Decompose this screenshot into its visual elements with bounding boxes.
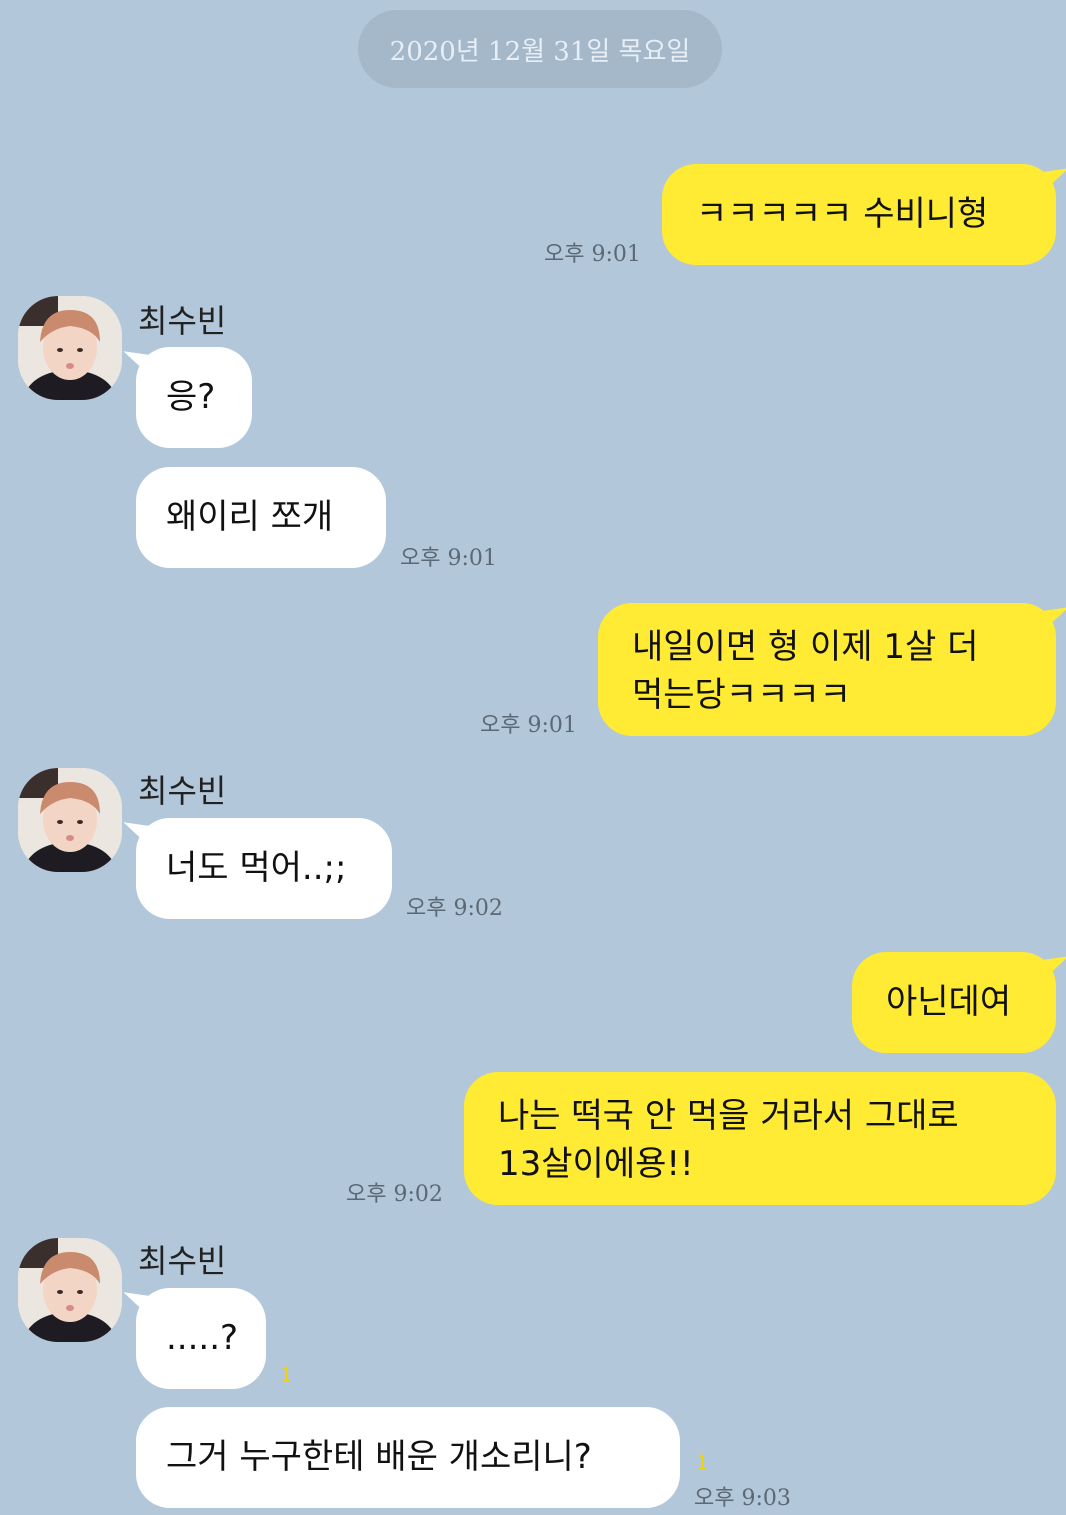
profile-photo [18, 1238, 122, 1342]
message-text: 응? [166, 377, 216, 417]
message-time: 오후 9:02 [406, 896, 503, 921]
sender-name: 최수빈 [138, 772, 227, 810]
unread-count: 1 [280, 1362, 293, 1386]
message-time: 오후 9:01 [480, 713, 577, 738]
my-message-bubble[interactable]: ㅋㅋㅋㅋㅋ 수비니형 [662, 164, 1056, 265]
sender-name: 최수빈 [138, 1242, 227, 1280]
message-text: 너도 먹어..;; [166, 848, 347, 888]
message-line: 13살이에용!! [498, 1144, 694, 1184]
message-time: 오후 9:01 [400, 546, 497, 571]
other-message-bubble[interactable]: 응? [136, 347, 252, 448]
date-divider: 2020년 12월 31일 목요일 [358, 10, 722, 88]
other-message-bubble[interactable]: 그거 누구한테 배운 개소리니? [136, 1407, 680, 1508]
avatar[interactable] [18, 296, 122, 400]
message-text: 그거 누구한테 배운 개소리니? [166, 1437, 592, 1477]
avatar[interactable] [18, 768, 122, 872]
message-line: 먹는당ㅋㅋㅋㅋ [632, 675, 851, 715]
other-message-bubble[interactable]: 왜이리 쪼개 [136, 467, 386, 568]
message-time: 오후 9:01 [544, 242, 641, 267]
message-line: 내일이면 형 이제 1살 더 [632, 627, 979, 667]
my-message-bubble[interactable]: 아닌데여 [852, 952, 1056, 1053]
message-text: .....? [166, 1318, 239, 1358]
message-text: ㅋㅋㅋㅋㅋ 수비니형 [696, 194, 989, 234]
message-time: 오후 9:03 [694, 1486, 791, 1511]
other-message-bubble[interactable]: .....? [136, 1288, 266, 1389]
avatar[interactable] [18, 1238, 122, 1342]
profile-photo [18, 296, 122, 400]
message-text: 아닌데여 [886, 982, 1012, 1022]
my-message-bubble[interactable]: 나는 떡국 안 먹을 거라서 그대로 13살이에용!! [464, 1072, 1056, 1205]
chat-room: 2020년 12월 31일 목요일 ㅋㅋㅋㅋㅋ 수비니형 오후 9:01 최수빈… [0, 0, 1066, 1515]
message-time: 오후 9:02 [346, 1182, 443, 1207]
message-text: 왜이리 쪼개 [166, 497, 334, 537]
my-message-bubble[interactable]: 내일이면 형 이제 1살 더 먹는당ㅋㅋㅋㅋ [598, 603, 1056, 736]
other-message-bubble[interactable]: 너도 먹어..;; [136, 818, 392, 919]
unread-count: 1 [696, 1450, 709, 1474]
sender-name: 최수빈 [138, 302, 227, 340]
message-line: 나는 떡국 안 먹을 거라서 그대로 [498, 1096, 959, 1136]
profile-photo [18, 768, 122, 872]
